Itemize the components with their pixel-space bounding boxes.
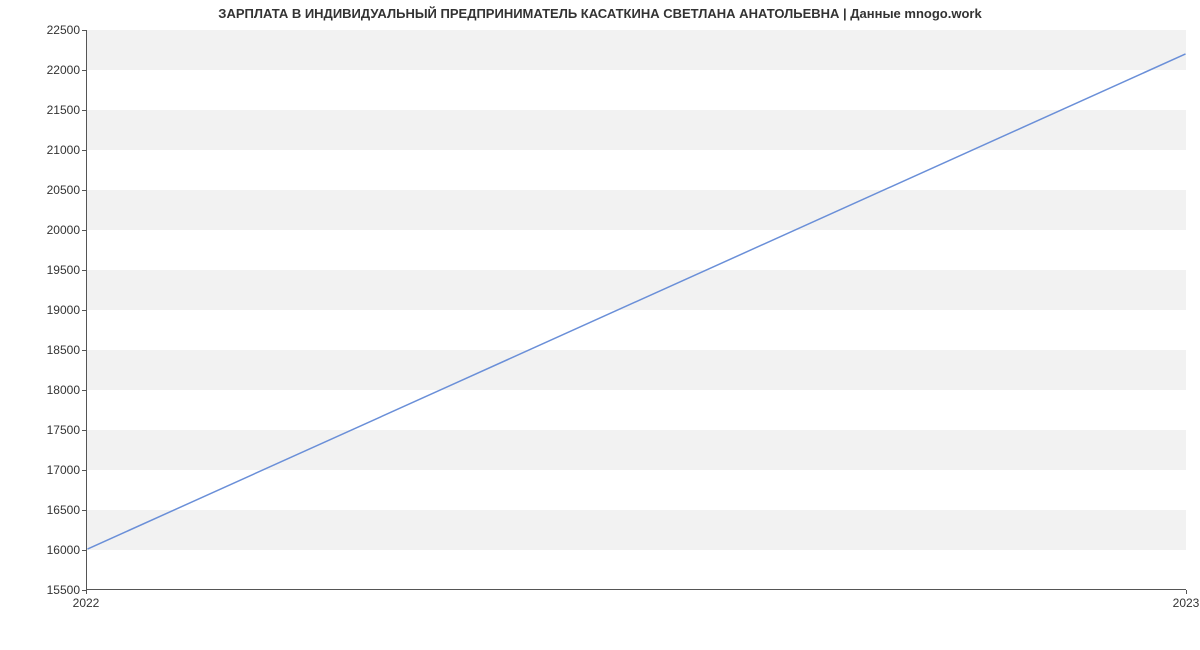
x-tick-label: 2022	[73, 596, 100, 610]
y-tick-label: 17500	[0, 423, 80, 437]
y-tick-mark	[82, 310, 86, 311]
y-tick-label: 16000	[0, 543, 80, 557]
y-tick-label: 19500	[0, 263, 80, 277]
y-tick-label: 20000	[0, 223, 80, 237]
y-tick-mark	[82, 230, 86, 231]
y-tick-label: 20500	[0, 183, 80, 197]
x-tick-label: 2023	[1173, 596, 1200, 610]
y-tick-label: 18000	[0, 383, 80, 397]
y-tick-mark	[82, 190, 86, 191]
y-tick-label: 16500	[0, 503, 80, 517]
y-tick-label: 15500	[0, 583, 80, 597]
y-tick-mark	[82, 270, 86, 271]
y-tick-mark	[82, 510, 86, 511]
y-tick-mark	[82, 350, 86, 351]
line-layer	[87, 30, 1186, 589]
x-tick-mark	[86, 590, 87, 594]
y-tick-mark	[82, 30, 86, 31]
series-line	[87, 54, 1185, 549]
y-tick-label: 18500	[0, 343, 80, 357]
y-tick-label: 19000	[0, 303, 80, 317]
y-tick-mark	[82, 110, 86, 111]
y-tick-mark	[82, 470, 86, 471]
y-tick-mark	[82, 70, 86, 71]
y-tick-mark	[82, 390, 86, 391]
y-tick-mark	[82, 550, 86, 551]
y-tick-mark	[82, 150, 86, 151]
x-tick-mark	[1186, 590, 1187, 594]
plot-area	[86, 30, 1186, 590]
y-tick-label: 17000	[0, 463, 80, 477]
y-tick-label: 21500	[0, 103, 80, 117]
y-tick-label: 22000	[0, 63, 80, 77]
y-tick-mark	[82, 430, 86, 431]
chart: ЗАРПЛАТА В ИНДИВИДУАЛЬНЫЙ ПРЕДПРИНИМАТЕЛ…	[0, 0, 1200, 650]
y-tick-label: 22500	[0, 23, 80, 37]
chart-title: ЗАРПЛАТА В ИНДИВИДУАЛЬНЫЙ ПРЕДПРИНИМАТЕЛ…	[0, 6, 1200, 21]
y-tick-label: 21000	[0, 143, 80, 157]
